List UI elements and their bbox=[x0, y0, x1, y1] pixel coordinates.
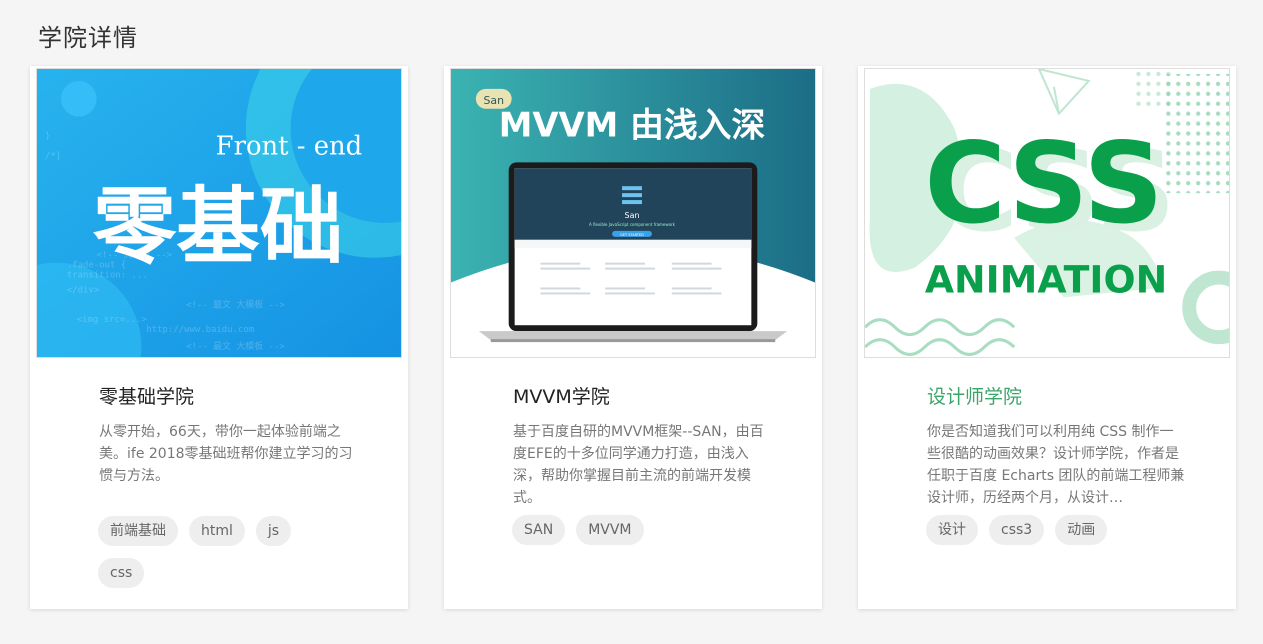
tag-chip[interactable]: 前端基础 bbox=[98, 516, 178, 546]
cover-headline: 零基础 bbox=[93, 178, 344, 276]
code-line: </div> bbox=[67, 285, 99, 295]
card-description: 你是否知道我们可以利用纯 CSS 制作一些很酷的动画效果？设计师学院，作者是任职… bbox=[927, 424, 1185, 506]
card-cover-image[interactable]: } /*] <!-- 大装盘 --> .fade-out { transitio… bbox=[36, 68, 402, 358]
academy-card-designer[interactable]: CSS CSS ANIMATION 设计师学院 你是否知道我们可以利用纯 CSS… bbox=[858, 66, 1236, 609]
card-title[interactable]: 零基础学院 bbox=[99, 382, 194, 409]
cover-subtitle: Front - end bbox=[216, 131, 363, 161]
tag-chip[interactable]: js bbox=[255, 516, 292, 546]
card-description: 从零开始，66天，带你一起体验前端之美。ife 2018零基础班帮你建立学习的习… bbox=[99, 424, 353, 484]
tag-chip[interactable]: MVVM bbox=[576, 515, 644, 545]
card-title[interactable]: MVVM学院 bbox=[513, 382, 610, 409]
card-tags: SAN MVVM bbox=[512, 515, 762, 545]
academy-card-zero-basics[interactable]: } /*] <!-- 大装盘 --> .fade-out { transitio… bbox=[30, 66, 408, 609]
san-logo-icon bbox=[622, 186, 642, 191]
cover-headline: MVVM 由浅入深 bbox=[499, 106, 766, 145]
page-title: 学院详情 bbox=[38, 24, 138, 52]
code-line: http://www.baidu.com bbox=[146, 325, 254, 335]
tag-chip[interactable]: css3 bbox=[989, 515, 1045, 545]
css-animation-cover-illustration: CSS CSS ANIMATION bbox=[865, 69, 1229, 357]
card-cover-image[interactable]: CSS CSS ANIMATION bbox=[864, 68, 1230, 358]
zero-basics-cover-illustration: } /*] <!-- 大装盘 --> .fade-out { transitio… bbox=[37, 69, 401, 357]
tag-chip[interactable]: css bbox=[98, 558, 145, 588]
tag-chip[interactable]: 设计 bbox=[926, 515, 978, 545]
academy-card-mvvm[interactable]: San MVVM 由浅入深 San A flexible JavaScript … bbox=[444, 66, 822, 609]
card-title[interactable]: 设计师学院 bbox=[927, 382, 1022, 409]
screen-logo: San bbox=[625, 211, 640, 220]
screen-button: GET STARTED bbox=[620, 233, 644, 237]
code-line: <!-- 最文 大模板 --> bbox=[186, 298, 285, 310]
tag-chip[interactable]: html bbox=[189, 516, 245, 546]
card-cover-image[interactable]: San MVVM 由浅入深 San A flexible JavaScript … bbox=[450, 68, 816, 358]
card-description: 基于百度自研的MVVM框架--SAN，由百度EFE的十多位同学通力打造，由浅入深… bbox=[513, 424, 764, 506]
tag-chip[interactable]: 动画 bbox=[1055, 515, 1108, 545]
cover-headline: CSS bbox=[924, 120, 1163, 249]
cover-subheadline: ANIMATION bbox=[925, 257, 1167, 301]
code-line: /*] bbox=[45, 151, 61, 161]
screen-tagline: A flexible JavaScript component framewor… bbox=[589, 222, 676, 227]
code-line: <img src=...> bbox=[77, 315, 147, 325]
card-tags: 设计 css3 动画 bbox=[926, 515, 1176, 545]
card-tags: 前端基础 html js css bbox=[98, 516, 348, 588]
tag-chip[interactable]: SAN bbox=[512, 515, 566, 545]
code-line: } bbox=[45, 132, 50, 142]
mvvm-cover-illustration: San MVVM 由浅入深 San A flexible JavaScript … bbox=[451, 69, 815, 357]
code-line: <!-- 最文 大模板 --> bbox=[186, 340, 285, 352]
